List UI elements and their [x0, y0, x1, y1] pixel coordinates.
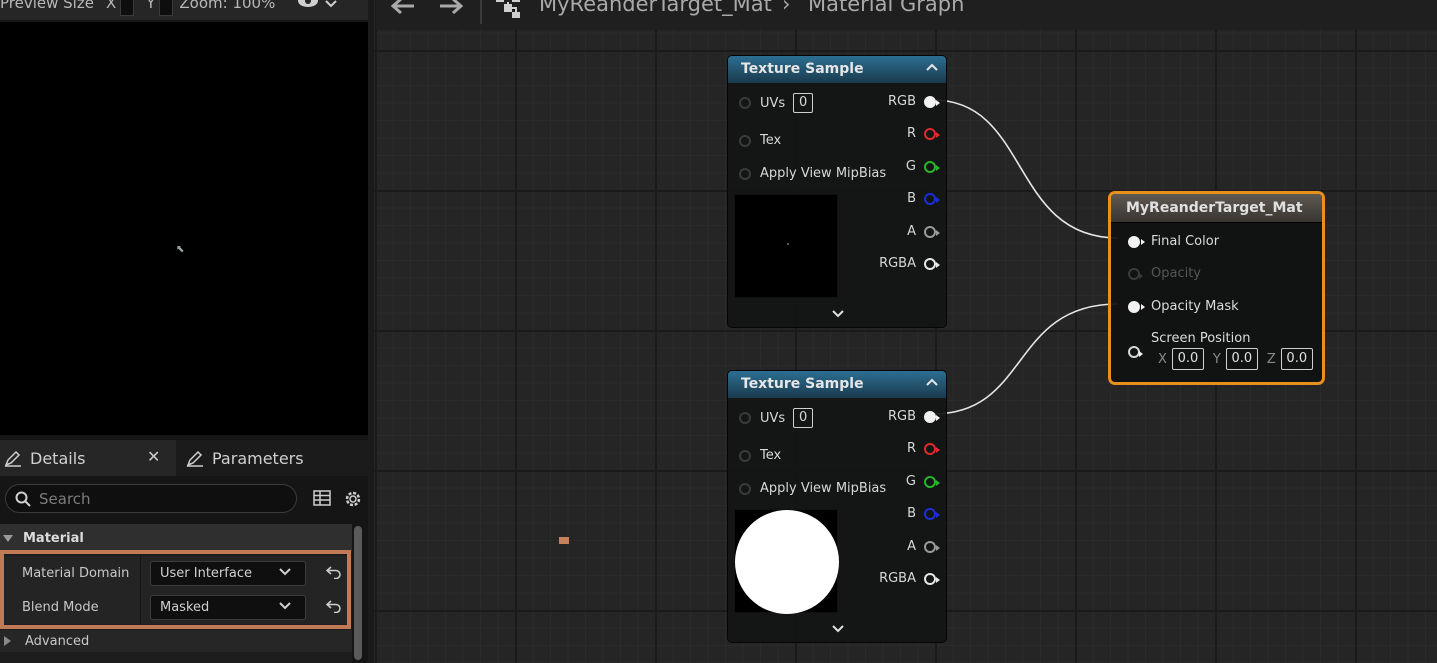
- chevron-up-icon[interactable]: [926, 377, 938, 387]
- pin-socket[interactable]: [1128, 267, 1143, 280]
- output-pin-r[interactable]: R: [906, 126, 940, 141]
- input-pin-final-color[interactable]: Final Color: [1128, 234, 1219, 249]
- output-pin-b[interactable]: B: [907, 506, 940, 521]
- input-pin-mipbias[interactable]: Apply View MipBias: [739, 166, 886, 181]
- pin-label: Apply View MipBias: [760, 166, 887, 181]
- z-label: Z: [1266, 351, 1276, 367]
- pin-label: Screen Position: [1151, 331, 1251, 346]
- input-pin-tex[interactable]: Tex: [739, 133, 781, 148]
- pin-socket[interactable]: [924, 475, 940, 488]
- pin-label: Tex: [760, 133, 782, 148]
- x-value-field[interactable]: 0.0: [1171, 348, 1204, 370]
- pin-label: Apply View MipBias: [760, 481, 887, 496]
- pin-socket[interactable]: [924, 95, 940, 108]
- input-pin-uvs[interactable]: UVs 0: [739, 93, 814, 113]
- pin-socket[interactable]: [924, 127, 940, 140]
- result-node-header[interactable]: MyReanderTarget_Mat: [1111, 194, 1322, 223]
- pin-socket[interactable]: [739, 449, 751, 462]
- texture-dot: [787, 243, 789, 245]
- texture-sample-node[interactable]: Texture Sample UVs 0 Tex Apply View MipB…: [727, 370, 947, 643]
- pin-label: Opacity Mask: [1151, 299, 1239, 314]
- x-label: X: [1158, 351, 1167, 367]
- node-title: Texture Sample: [741, 376, 864, 392]
- screen-position-socket[interactable]: [1128, 346, 1143, 358]
- material-result-node[interactable]: MyReanderTarget_Mat Final Color Opacity …: [1108, 191, 1325, 385]
- output-pin-rgba[interactable]: RGBA: [879, 571, 940, 586]
- pin-socket[interactable]: [924, 442, 940, 455]
- pin-socket[interactable]: [739, 412, 751, 424]
- pin-label: G: [905, 159, 916, 174]
- pin-label: UVs: [760, 410, 786, 426]
- wire-rgb-to-opacity-mask: [932, 303, 1119, 415]
- pin-label: R: [906, 441, 916, 456]
- output-pin-rgba[interactable]: RGBA: [879, 256, 940, 271]
- input-pin-screen-position[interactable]: Screen Position: [1128, 331, 1250, 346]
- pin-label: Opacity: [1151, 266, 1202, 281]
- output-pin-a[interactable]: A: [907, 539, 940, 554]
- z-value-field[interactable]: 0.0: [1280, 348, 1313, 370]
- input-pin-tex[interactable]: Tex: [739, 448, 781, 463]
- pin-label: RGB: [887, 94, 916, 109]
- chevron-down-icon[interactable]: [832, 625, 844, 633]
- chevron-down-icon[interactable]: [832, 310, 844, 318]
- output-pin-g[interactable]: G: [905, 159, 940, 174]
- pin-label: Tex: [760, 448, 782, 463]
- output-pin-g[interactable]: G: [905, 474, 940, 489]
- pin-socket[interactable]: [739, 134, 751, 147]
- pin-socket[interactable]: [924, 225, 940, 238]
- input-pin-uvs[interactable]: UVs 0: [739, 408, 814, 428]
- output-pin-rgb[interactable]: RGB: [887, 409, 940, 424]
- output-pin-rgb[interactable]: RGB: [887, 94, 940, 109]
- pin-socket[interactable]: [739, 167, 751, 180]
- input-pin-mipbias[interactable]: Apply View MipBias: [739, 481, 886, 496]
- reroute-marker[interactable]: [559, 537, 569, 544]
- screen-position-vector: X 0.0 Y 0.0 Z 0.0: [1158, 348, 1322, 370]
- pin-socket[interactable]: [1128, 235, 1145, 248]
- pin-socket[interactable]: [739, 97, 751, 109]
- input-pin-opacity[interactable]: Opacity: [1128, 266, 1201, 281]
- result-node-title: MyReanderTarget_Mat: [1126, 200, 1303, 216]
- y-label: Y: [1212, 351, 1221, 367]
- y-value-field[interactable]: 0.0: [1225, 348, 1258, 370]
- output-pin-r[interactable]: R: [906, 441, 940, 456]
- pin-socket[interactable]: [924, 507, 940, 520]
- pin-socket[interactable]: [924, 540, 940, 553]
- uvs-value-field[interactable]: 0: [793, 93, 814, 113]
- uvs-value-field[interactable]: 0: [793, 408, 814, 428]
- pin-label: A: [907, 224, 916, 239]
- node-header[interactable]: Texture Sample: [728, 371, 946, 398]
- pin-label: G: [905, 474, 916, 489]
- texture-sample-node[interactable]: Texture Sample UVs 0 Tex Apply View MipB…: [727, 55, 947, 328]
- pin-label: RGBA: [879, 571, 916, 586]
- pin-socket[interactable]: [924, 257, 940, 270]
- chevron-up-icon[interactable]: [926, 62, 938, 72]
- node-title: Texture Sample: [741, 61, 864, 77]
- output-pin-a[interactable]: A: [907, 224, 940, 239]
- pin-socket[interactable]: [924, 192, 940, 205]
- pin-socket[interactable]: [1128, 300, 1145, 313]
- pin-label: B: [907, 191, 916, 206]
- input-pin-opacity-mask[interactable]: Opacity Mask: [1128, 299, 1239, 314]
- texture-preview-thumbnail: [734, 194, 838, 298]
- pin-label: RGB: [887, 409, 916, 424]
- texture-preview-thumbnail: [734, 509, 839, 614]
- pin-label: A: [907, 539, 916, 554]
- wire-rgb-to-final-color: [932, 99, 1119, 239]
- white-circle-texture: [735, 510, 839, 614]
- output-pin-b[interactable]: B: [907, 191, 940, 206]
- pin-socket[interactable]: [924, 410, 940, 423]
- pin-socket[interactable]: [924, 572, 940, 585]
- pin-label: R: [906, 126, 916, 141]
- pin-socket[interactable]: [924, 160, 940, 173]
- pin-label: UVs: [760, 95, 786, 111]
- pin-label: B: [907, 506, 916, 521]
- pin-socket[interactable]: [739, 482, 751, 495]
- pin-label: Final Color: [1151, 234, 1220, 249]
- pin-label: RGBA: [879, 256, 916, 271]
- node-header[interactable]: Texture Sample: [728, 56, 946, 83]
